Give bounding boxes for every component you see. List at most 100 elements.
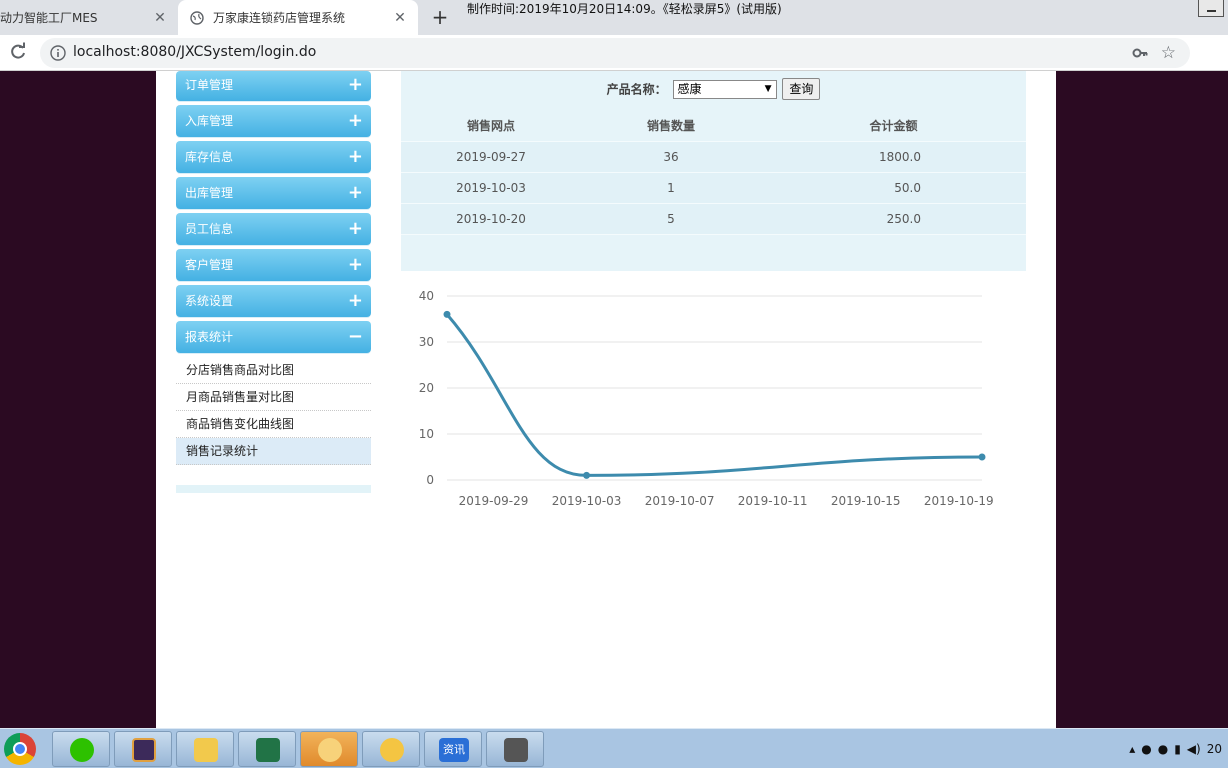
data-point: [583, 471, 591, 479]
y-tick-label: 40: [419, 289, 434, 303]
table-cell: 5: [581, 203, 761, 235]
x-tick-label: 2019-09-29: [459, 494, 529, 508]
query-button[interactable]: 查询: [782, 78, 821, 100]
sidebar-item-label: 订单管理: [185, 78, 234, 92]
dropdown-arrow-icon: ▼: [764, 83, 772, 94]
x-tick-label: 2019-10-11: [738, 494, 808, 508]
system-tray: ▴ ● ● ▮ ◀) 20: [1129, 737, 1222, 761]
y-tick-label: 30: [419, 335, 434, 349]
sidebar-footer: [176, 485, 371, 493]
table-row: 2019-10-20 5 250.0: [401, 203, 1026, 235]
tab-mes[interactable]: 动力智能工厂MES ✕: [0, 0, 178, 35]
explorer-button[interactable]: [176, 731, 234, 767]
javaee-ide-icon: [132, 738, 156, 762]
settings-tool-icon: [504, 738, 528, 762]
network-icon[interactable]: ▮: [1174, 742, 1181, 756]
package-icon: [318, 738, 342, 762]
column-header: 合计金额: [761, 110, 1026, 142]
reports-submenu: 分店销售商品对比图 月商品销售量对比图 商品销售变化曲线图 销售记录统计: [176, 357, 371, 465]
table-cell: 1: [581, 172, 761, 204]
qq-icon[interactable]: ●: [1141, 742, 1151, 756]
submenu-branch-comparison[interactable]: 分店销售商品对比图: [176, 357, 371, 384]
table-cell: 36: [581, 141, 761, 173]
wechat-button[interactable]: [52, 731, 110, 767]
excel-button[interactable]: [238, 731, 296, 767]
minimize-button[interactable]: [1198, 0, 1224, 17]
tab-title: 万家康连锁药店管理系统: [213, 11, 346, 25]
new-tab-plus-icon[interactable]: +: [428, 5, 452, 29]
tab-title: 动力智能工厂MES: [0, 11, 98, 25]
sidebar-item-inbound[interactable]: 入库管理 +: [176, 105, 371, 137]
table-cell: 2019-10-03: [401, 172, 581, 204]
reload-icon[interactable]: [8, 42, 28, 62]
sidebar-item-label: 员工信息: [185, 222, 234, 236]
close-icon[interactable]: ✕: [152, 10, 168, 26]
sidebar-item-inventory[interactable]: 库存信息 +: [176, 141, 371, 173]
package-button[interactable]: [300, 731, 358, 767]
table-cell: 1800.0: [761, 141, 1026, 173]
wechat-icon: [70, 738, 94, 762]
browser-tab-strip: 动力智能工厂MES ✕ 万家康连锁药店管理系统 ✕ + 制作时间:2019年10…: [0, 0, 1228, 35]
expand-plus-icon: +: [347, 182, 363, 203]
news-button[interactable]: 资讯: [424, 731, 482, 767]
y-tick-label: 20: [419, 381, 434, 395]
product-name-label: 产品名称：: [606, 82, 667, 97]
table-row: 2019-09-27 36 1800.0: [401, 141, 1026, 173]
table-cell: 2019-10-20: [401, 203, 581, 235]
url-text[interactable]: localhost:8080/JXCSystem/login.do: [73, 44, 316, 60]
series-line: [445, 313, 983, 477]
x-tick-label: 2019-10-15: [831, 494, 901, 508]
sidebar-item-orders[interactable]: 订单管理 +: [176, 71, 371, 101]
sidebar-item-outbound[interactable]: 出库管理 +: [176, 177, 371, 209]
sidebar-item-reports[interactable]: 报表统计 −: [176, 321, 371, 353]
sidebar-menu: 订单管理 + 入库管理 + 库存信息 + 出库管理 + 员工信息 + 客户管理 …: [176, 71, 371, 493]
submenu-monthly-sales[interactable]: 月商品销售量对比图: [176, 384, 371, 411]
expand-plus-icon: +: [347, 254, 363, 275]
x-tick-label: 2019-10-03: [552, 494, 622, 508]
table-cell: 2019-09-27: [401, 141, 581, 173]
file-explorer-icon: [194, 738, 218, 762]
close-icon[interactable]: ✕: [392, 10, 408, 26]
sidebar-item-label: 客户管理: [185, 258, 234, 272]
table-header-row: 销售网点 销售数量 合计金额: [401, 110, 1026, 142]
table-cell: 50.0: [761, 172, 1026, 204]
expand-plus-icon: +: [347, 74, 363, 95]
key-icon[interactable]: [1132, 45, 1148, 61]
data-point: [978, 453, 986, 461]
address-bar[interactable]: localhost:8080/JXCSystem/login.do ☆: [40, 38, 1190, 68]
x-tick-label: 2019-10-07: [645, 494, 715, 508]
collapse-minus-icon: −: [347, 326, 363, 347]
table-cell: 250.0: [761, 203, 1026, 235]
browser-toolbar: localhost:8080/JXCSystem/login.do ☆: [0, 35, 1228, 71]
bookmark-star-icon[interactable]: ☆: [1161, 44, 1176, 62]
sidebar-item-settings[interactable]: 系统设置 +: [176, 285, 371, 317]
y-tick-label: 10: [419, 427, 434, 441]
submenu-sales-records[interactable]: 销售记录统计: [176, 438, 371, 465]
query-panel: 产品名称： 感康 ▼ 查询 销售网点 销售数量 合计金额 2019-09-27 …: [401, 71, 1026, 271]
qq-icon[interactable]: ●: [1158, 742, 1168, 756]
info-icon[interactable]: [50, 45, 66, 61]
product-select[interactable]: 感康 ▼: [672, 79, 777, 99]
sidebar-item-customers[interactable]: 客户管理 +: [176, 249, 371, 281]
expand-plus-icon: +: [347, 146, 363, 167]
news-icon: 资讯: [439, 738, 469, 762]
tool-button[interactable]: [486, 731, 544, 767]
sales-table: 销售网点 销售数量 合计金额 2019-09-27 36 1800.0 2019…: [401, 110, 1026, 235]
table-row: 2019-10-03 1 50.0: [401, 172, 1026, 204]
chrome-icon[interactable]: [4, 733, 36, 765]
ide-button[interactable]: [114, 731, 172, 767]
sales-line-chart: 0 10 20 30 40 2019-09-29 2019-10-03 2019-10-07 2…: [419, 289, 994, 508]
submenu-sales-curve[interactable]: 商品销售变化曲线图: [176, 411, 371, 438]
volume-icon[interactable]: ◀): [1187, 742, 1201, 756]
clock[interactable]: 20: [1207, 742, 1222, 756]
globe-icon: [190, 10, 204, 25]
chevron-up-icon[interactable]: ▴: [1129, 742, 1135, 756]
sidebar-item-label: 出库管理: [185, 186, 234, 200]
tab-pharmacy[interactable]: 万家康连锁药店管理系统 ✕: [178, 0, 418, 35]
data-point: [443, 310, 451, 318]
sidebar-item-label: 入库管理: [185, 114, 234, 128]
sidebar-item-employees[interactable]: 员工信息 +: [176, 213, 371, 245]
web-page: 订单管理 + 入库管理 + 库存信息 + 出库管理 + 员工信息 + 客户管理 …: [156, 71, 1056, 728]
hand-button[interactable]: [362, 731, 420, 767]
main-content: 产品名称： 感康 ▼ 查询 销售网点 销售数量 合计金额 2019-09-27 …: [401, 71, 1026, 508]
